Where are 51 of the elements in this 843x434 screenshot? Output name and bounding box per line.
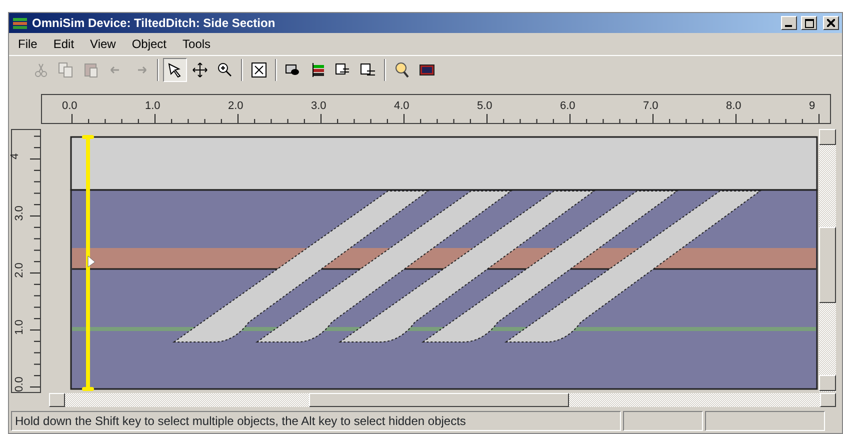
menu-item[interactable]: Edit — [46, 34, 82, 54]
maximize-button[interactable] — [801, 16, 817, 30]
zoom-icon — [217, 62, 233, 78]
ruler-label: 4 — [8, 153, 22, 160]
move-icon — [192, 62, 208, 78]
pointer-icon — [167, 62, 183, 78]
app-icon — [12, 16, 28, 30]
layer-icon — [335, 62, 351, 78]
ruler-label: 2.0 — [228, 99, 244, 114]
scroll-up-button[interactable] — [819, 129, 836, 145]
status-text: Hold down the Shift key to select multiple objects, the Alt key to select hidden objects — [11, 411, 621, 431]
close-button[interactable] — [823, 16, 839, 30]
vertical-scrollbar[interactable] — [819, 129, 836, 392]
ruler-label: 9 — [809, 99, 816, 114]
scroll-thumb[interactable] — [819, 227, 836, 303]
ruler-label: 1.0 — [145, 99, 160, 114]
toolbar-button[interactable] — [163, 58, 187, 82]
menu-item[interactable]: Object — [124, 34, 174, 54]
layer-icon — [285, 62, 301, 78]
ruler-label: 3.0 — [311, 99, 326, 114]
display-icon — [419, 62, 435, 78]
pointer-triangle — [88, 256, 96, 268]
magnifier-icon — [394, 62, 410, 78]
horizontal-scrollbar[interactable] — [49, 393, 836, 407]
ruler-label: 2.0 — [12, 262, 26, 278]
ruler-label: 3.0 — [12, 206, 26, 221]
scroll-right-button[interactable] — [820, 393, 836, 407]
scissors-icon — [33, 62, 49, 78]
ruler-label: 6.0 — [560, 99, 576, 114]
copy-icon — [58, 62, 74, 78]
ruler-label: 0.0 — [62, 99, 78, 114]
ruler-label: 0.0 — [12, 376, 26, 392]
scroll-left-button[interactable] — [49, 393, 65, 407]
fit-icon — [251, 62, 267, 78]
layer-icon — [310, 62, 326, 78]
scroll-thumb[interactable] — [309, 393, 569, 407]
menu-item[interactable]: View — [83, 34, 123, 54]
ruler-label: 4.0 — [394, 99, 410, 114]
menu-item[interactable]: Tools — [176, 34, 218, 54]
ruler-label: 8.0 — [726, 99, 742, 114]
window-title: OmniSim Device: TiltedDitch: Side Section — [32, 15, 276, 32]
menu-item[interactable]: File — [11, 34, 44, 54]
ruler-label: 5.0 — [477, 99, 492, 114]
scroll-down-button[interactable] — [819, 375, 836, 391]
ruler-label: 1.0 — [12, 320, 26, 335]
layer-icon — [360, 62, 376, 78]
close-icon — [827, 19, 835, 27]
ruler-label: 7.0 — [643, 99, 658, 114]
maximize-icon — [804, 18, 814, 28]
paste-icon — [83, 62, 99, 78]
minimize-button[interactable] — [781, 16, 797, 30]
